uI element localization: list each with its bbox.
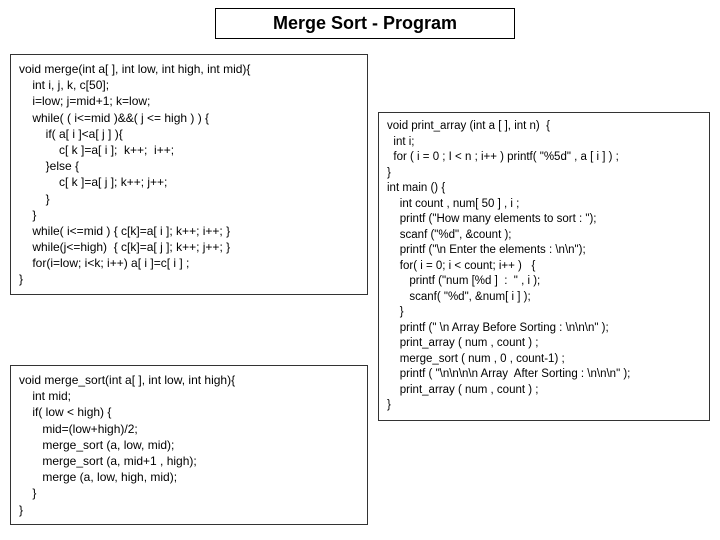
code-mergesort-function: void merge_sort(int a[ ], int low, int h… xyxy=(10,365,368,525)
title-text: Merge Sort - Program xyxy=(273,13,457,33)
title-box: Merge Sort - Program xyxy=(215,8,515,39)
code-main-function: void print_array (int a [ ], int n) { in… xyxy=(378,112,710,421)
code-merge-function: void merge(int a[ ], int low, int high, … xyxy=(10,54,368,295)
